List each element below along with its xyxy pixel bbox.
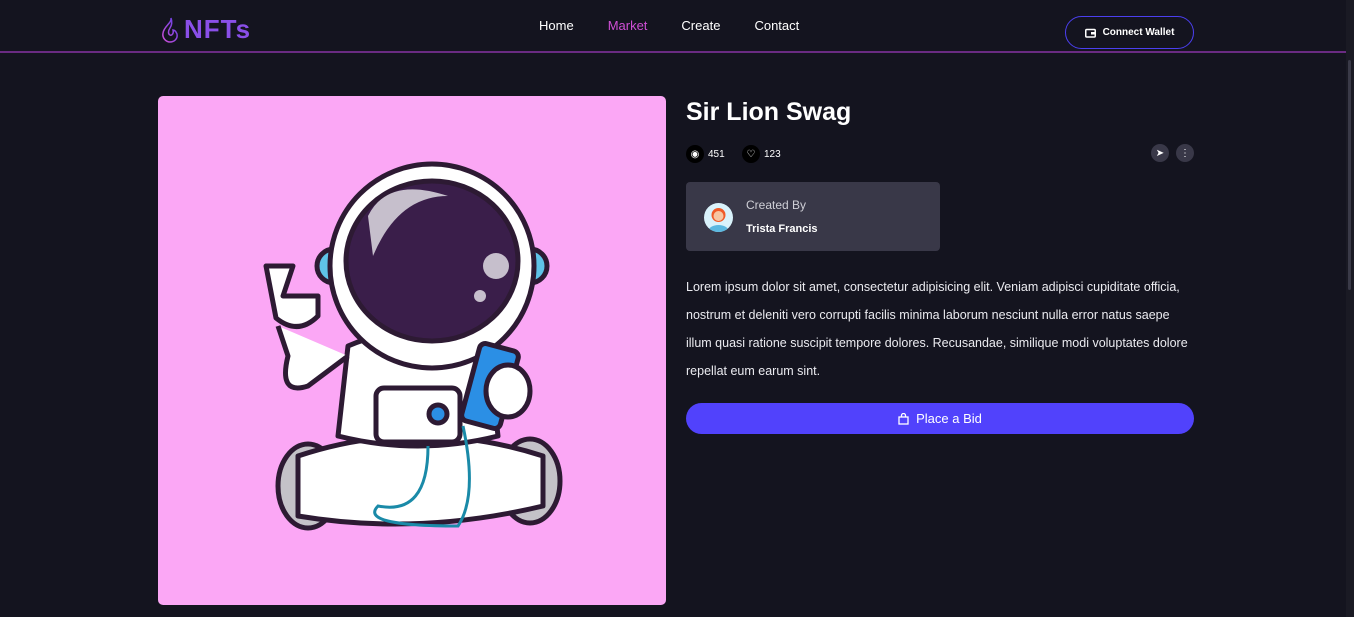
scrollbar-thumb[interactable] xyxy=(1348,60,1351,290)
shopping-bag-icon xyxy=(898,412,909,425)
nav-home[interactable]: Home xyxy=(539,18,574,33)
wallet-icon xyxy=(1084,28,1096,38)
creator-name[interactable]: Trista Francis xyxy=(746,223,818,235)
scrollbar[interactable] xyxy=(1346,0,1354,617)
views-stat: ◉ 451 xyxy=(686,145,725,163)
send-icon: ➤ xyxy=(1155,147,1165,159)
nft-description: Lorem ipsum dolor sit amet, consectetur … xyxy=(686,280,1188,378)
logo[interactable]: NFTs xyxy=(160,14,251,45)
creator-avatar[interactable] xyxy=(704,203,733,232)
place-bid-button[interactable]: Place a Bid xyxy=(686,403,1194,434)
heart-icon[interactable]: ♡ xyxy=(742,145,760,163)
flame-icon xyxy=(162,17,178,43)
likes-count: 123 xyxy=(764,148,781,160)
connect-wallet-label: Connect Wallet xyxy=(1102,27,1175,38)
share-button[interactable]: ➤ xyxy=(1151,144,1169,162)
more-options-button[interactable]: ⋮ xyxy=(1176,144,1194,162)
views-count: 451 xyxy=(708,148,725,160)
nft-artwork xyxy=(158,96,666,605)
created-by-label: Created By xyxy=(746,198,807,212)
main-nav: Home Market Create Contact xyxy=(539,18,799,33)
more-vertical-icon: ⋮ xyxy=(1180,147,1190,159)
place-bid-label: Place a Bid xyxy=(916,411,982,426)
likes-stat[interactable]: ♡ 123 xyxy=(742,145,781,163)
creator-card[interactable]: Created By Trista Francis xyxy=(686,182,940,251)
logo-text: NFTs xyxy=(184,14,252,44)
nft-title: Sir Lion Swag xyxy=(686,98,852,126)
eye-icon: ◉ xyxy=(686,145,704,163)
header: NFTs Home Market Create Contact Connect … xyxy=(0,0,1346,53)
nav-create[interactable]: Create xyxy=(681,18,720,33)
astronaut-illustration xyxy=(263,161,563,531)
nav-contact[interactable]: Contact xyxy=(754,18,799,33)
connect-wallet-button[interactable]: Connect Wallet xyxy=(1065,16,1194,49)
nav-market[interactable]: Market xyxy=(608,18,648,33)
